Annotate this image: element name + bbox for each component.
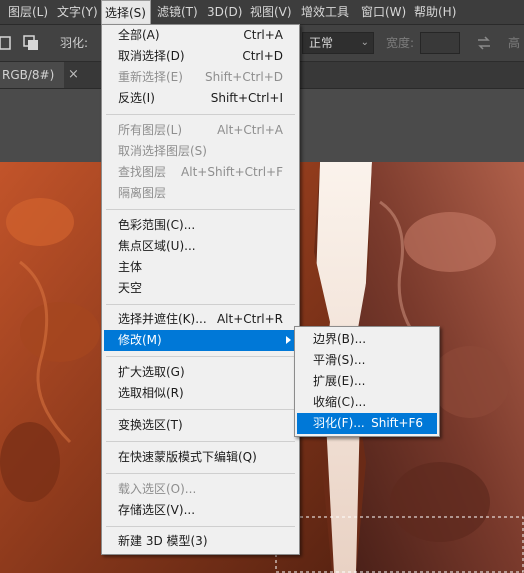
menu-item-subject[interactable]: 主体 — [104, 257, 297, 278]
menu-separator — [106, 441, 295, 442]
menu-item-transform-selection[interactable]: 变换选区(T) — [104, 415, 297, 436]
menu-item-color-range[interactable]: 色彩范围(C)... — [104, 215, 297, 236]
chevron-down-icon: ⌄ — [360, 37, 369, 48]
menu-3d[interactable]: 3D(D) — [203, 0, 246, 24]
feather-label: 羽化: — [60, 36, 89, 50]
submenu-arrow-icon — [286, 336, 291, 344]
height-label: 高 — [508, 36, 521, 50]
menu-item-save-selection[interactable]: 存储选区(V)... — [104, 500, 297, 521]
menu-view[interactable]: 视图(V) — [246, 0, 296, 24]
menu-separator — [106, 209, 295, 210]
menu-window[interactable]: 窗口(W) — [357, 0, 410, 24]
new-selection-icon[interactable] — [0, 35, 12, 54]
menu-separator — [106, 356, 295, 357]
menu-item-sky[interactable]: 天空 — [104, 278, 297, 299]
menu-item-select-and-mask[interactable]: 选择并遮住(K)... Alt+Ctrl+R — [104, 309, 297, 330]
style-select[interactable]: 正常 ⌄ — [302, 32, 374, 54]
menu-item-select-all[interactable]: 全部(A) Ctrl+A — [104, 25, 297, 46]
select-dropdown-menu: 全部(A) Ctrl+A 取消选择(D) Ctrl+D 重新选择(E) Shift+C… — [101, 24, 300, 555]
add-to-selection-icon[interactable] — [22, 34, 40, 55]
style-value: 正常 — [309, 36, 334, 50]
menu-item-grow[interactable]: 扩大选取(G) — [104, 362, 297, 383]
menu-type[interactable]: 文字(Y) — [53, 0, 102, 24]
menu-separator — [106, 409, 295, 410]
menu-item-isolate-layers[interactable]: 隔离图层 — [104, 183, 297, 204]
menu-item-feather[interactable]: 羽化(F)... Shift+F6 — [297, 413, 437, 434]
menu-item-smooth[interactable]: 平滑(S)... — [297, 350, 437, 371]
menu-separator — [106, 114, 295, 115]
menu-bar: 图层(L) 文字(Y) 选择(S) 滤镜(T) 3D(D) 视图(V) 增效工具… — [0, 0, 524, 25]
menu-select[interactable]: 选择(S) — [101, 0, 151, 24]
menu-item-modify[interactable]: 修改(M) — [104, 330, 297, 351]
menu-item-deselect-layers[interactable]: 取消选择图层(S) — [104, 141, 297, 162]
width-label: 宽度: — [386, 36, 415, 50]
menu-item-find-layers[interactable]: 查找图层 Alt+Shift+Ctrl+F — [104, 162, 297, 183]
width-input[interactable] — [420, 32, 460, 54]
menu-item-border[interactable]: 边界(B)... — [297, 329, 437, 350]
swap-icon[interactable] — [476, 35, 492, 54]
menu-item-similar[interactable]: 选取相似(R) — [104, 383, 297, 404]
menu-item-load-selection[interactable]: 载入选区(O)... — [104, 479, 297, 500]
close-icon[interactable]: × — [68, 62, 79, 88]
menu-item-all-layers[interactable]: 所有图层(L) Alt+Ctrl+A — [104, 120, 297, 141]
menu-item-quick-mask[interactable]: 在快速蒙版模式下编辑(Q) — [104, 447, 297, 468]
menu-separator — [106, 473, 295, 474]
menu-layer[interactable]: 图层(L) — [4, 0, 52, 24]
document-tab[interactable]: RGB/8#) — [0, 62, 64, 88]
menu-item-inverse[interactable]: 反选(I) Shift+Ctrl+I — [104, 88, 297, 109]
menu-item-deselect[interactable]: 取消选择(D) Ctrl+D — [104, 46, 297, 67]
menu-item-reselect[interactable]: 重新选择(E) Shift+Ctrl+D — [104, 67, 297, 88]
menu-item-expand[interactable]: 扩展(E)... — [297, 371, 437, 392]
menu-filter[interactable]: 滤镜(T) — [153, 0, 202, 24]
document-tab-title: RGB/8#) — [2, 68, 55, 82]
modify-submenu: 边界(B)... 平滑(S)... 扩展(E)... 收缩(C)... 羽化(F… — [294, 326, 440, 437]
menu-item-focus-area[interactable]: 焦点区域(U)... — [104, 236, 297, 257]
menu-separator — [106, 304, 295, 305]
menu-item-contract[interactable]: 收缩(C)... — [297, 392, 437, 413]
menu-item-new-3d-model[interactable]: 新建 3D 模型(3) — [104, 531, 297, 552]
menu-separator — [106, 526, 295, 527]
menu-plugins[interactable]: 增效工具 — [297, 0, 353, 24]
menu-help[interactable]: 帮助(H) — [410, 0, 460, 24]
